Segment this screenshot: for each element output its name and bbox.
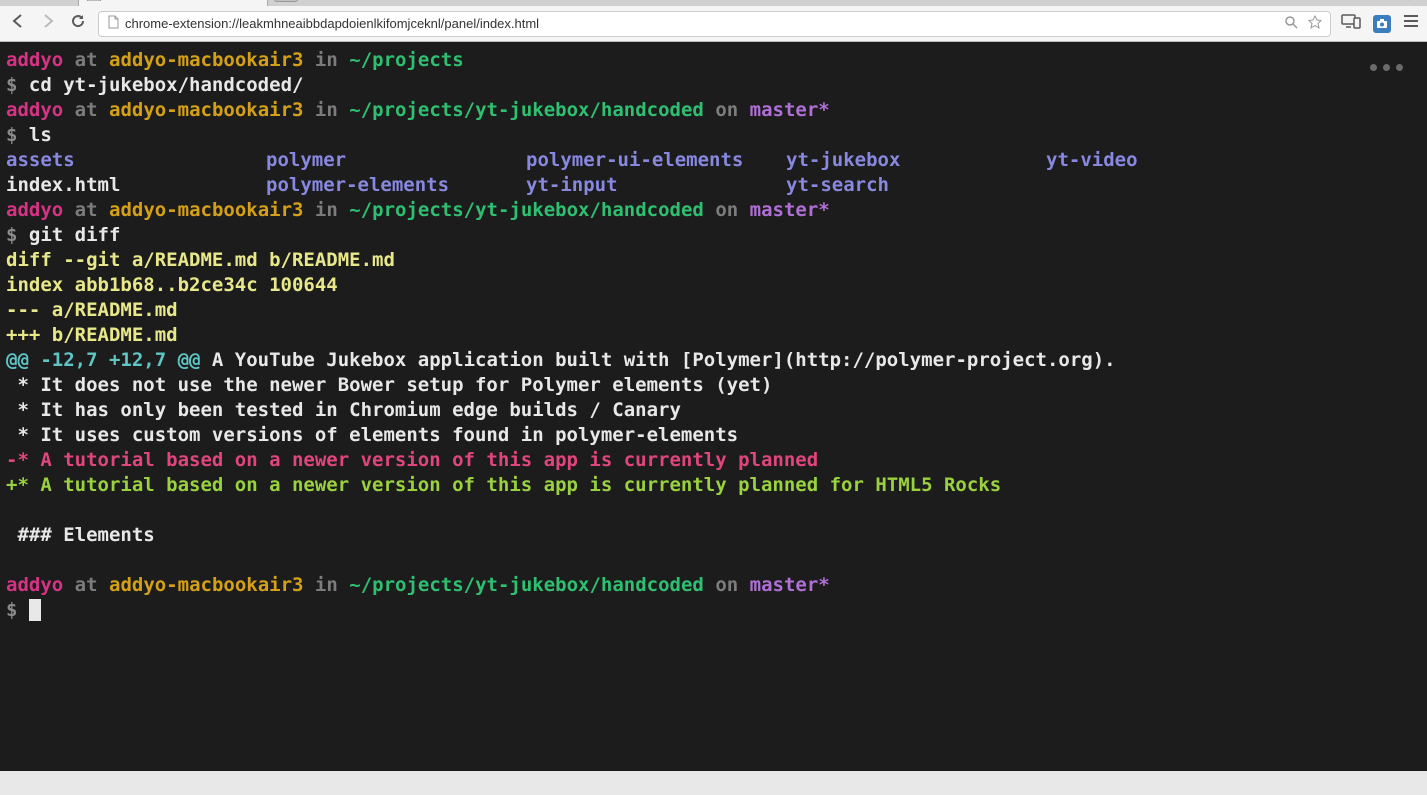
terminal-favicon-icon: >_ (87, 0, 101, 1)
diff-context: * It does not use the newer Bower setup … (6, 373, 1421, 398)
ls-output-row: assetspolymerpolymer-ui-elementsyt-jukeb… (6, 148, 1421, 173)
command-line-active[interactable]: $ (6, 598, 1421, 623)
prompt-line: addyo at addyo-macbookair3 in ~/projects… (6, 98, 1421, 123)
diff-context: ### Elements (6, 523, 1421, 548)
command-line: $ cd yt-jukebox/handcoded/ (6, 73, 1421, 98)
page-icon (107, 15, 119, 32)
diff-added: +* A tutorial based on a newer version o… (6, 473, 1421, 498)
menu-icon[interactable] (1403, 14, 1419, 33)
screenshot-extension-icon[interactable] (1373, 15, 1391, 33)
browser-tab[interactable]: >_ Devtools Terminal × (78, 0, 268, 6)
diff-hunk: @@ -12,7 +12,7 @@ A YouTube Jukebox appl… (6, 348, 1421, 373)
command-line: $ git diff (6, 223, 1421, 248)
address-bar[interactable]: chrome-extension://leakmhneaibbdapdoienl… (98, 11, 1331, 37)
terminal-menu-icon[interactable] (1370, 64, 1403, 71)
diff-header: --- a/README.md (6, 298, 1421, 323)
diff-removed: -* A tutorial based on a newer version o… (6, 448, 1421, 473)
devices-icon[interactable] (1341, 13, 1361, 34)
flower-extension-icon[interactable] (1397, 0, 1419, 6)
diff-blank (6, 498, 1421, 523)
diff-blank (6, 548, 1421, 573)
url-text: chrome-extension://leakmhneaibbdapdoienl… (125, 16, 539, 31)
bookmark-star-icon[interactable] (1308, 15, 1322, 32)
cursor-icon (29, 599, 41, 621)
new-tab-button[interactable] (274, 0, 298, 2)
back-button[interactable] (8, 12, 28, 35)
diff-header: +++ b/README.md (6, 323, 1421, 348)
forward-button[interactable] (38, 12, 58, 35)
diff-context: * It uses custom versions of elements fo… (6, 423, 1421, 448)
diff-header: diff --git a/README.md b/README.md (6, 248, 1421, 273)
diff-context: * It has only been tested in Chromium ed… (6, 398, 1421, 423)
ls-output-row: index.htmlpolymer-elementsyt-inputyt-sea… (6, 173, 1421, 198)
prompt-line: addyo at addyo-macbookair3 in ~/projects… (6, 198, 1421, 223)
command-line: $ ls (6, 123, 1421, 148)
prompt-line: addyo at addyo-macbookair3 in ~/projects (6, 48, 1421, 73)
tab-close-icon[interactable]: × (251, 0, 259, 2)
diff-header: index abb1b68..b2ce34c 100644 (6, 273, 1421, 298)
tab-title: Devtools Terminal (107, 0, 202, 1)
reload-button[interactable] (68, 13, 88, 34)
search-icon[interactable] (1284, 15, 1298, 32)
terminal-panel[interactable]: addyo at addyo-macbookair3 in ~/projects… (0, 42, 1427, 771)
tab-strip: >_ Devtools Terminal × (0, 0, 1427, 6)
prompt-line: addyo at addyo-macbookair3 in ~/projects… (6, 573, 1421, 598)
browser-toolbar: chrome-extension://leakmhneaibbdapdoienl… (0, 6, 1427, 42)
